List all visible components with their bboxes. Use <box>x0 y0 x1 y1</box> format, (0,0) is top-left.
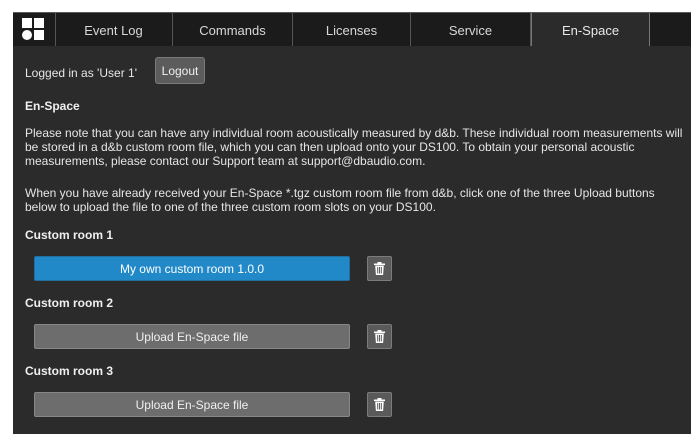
trash-icon <box>374 398 385 411</box>
custom-room-1-delete-button[interactable] <box>367 256 392 281</box>
app-frame: Event Log Commands Licenses Service En-S… <box>13 12 691 434</box>
trash-icon <box>374 262 385 275</box>
intro-paragraph: Please note that you can have any indivi… <box>25 126 683 168</box>
custom-room-1-button[interactable]: My own custom room 1.0.0 <box>34 256 350 281</box>
instruction-paragraph: When you have already received your En-S… <box>25 186 655 214</box>
db-logo-icon <box>13 13 56 46</box>
tab-bar: Event Log Commands Licenses Service En-S… <box>13 13 691 46</box>
custom-room-2-upload-button[interactable]: Upload En-Space file <box>34 324 350 349</box>
custom-room-3-delete-button[interactable] <box>367 392 392 417</box>
logout-button[interactable]: Logout <box>155 57 205 84</box>
tab-commands[interactable]: Commands <box>173 13 293 46</box>
custom-room-2-title: Custom room 2 <box>25 296 114 310</box>
custom-room-2-delete-button[interactable] <box>367 324 392 349</box>
tab-en-space[interactable]: En-Space <box>531 13 650 46</box>
tab-licenses[interactable]: Licenses <box>293 13 411 46</box>
custom-room-3-upload-button[interactable]: Upload En-Space file <box>34 392 350 417</box>
tab-event-log[interactable]: Event Log <box>55 13 173 46</box>
custom-room-3-title: Custom room 3 <box>25 364 114 378</box>
section-title: En-Space <box>25 99 80 113</box>
tab-service[interactable]: Service <box>411 13 531 46</box>
trash-icon <box>374 330 385 343</box>
custom-room-1-title: Custom room 1 <box>25 228 114 242</box>
